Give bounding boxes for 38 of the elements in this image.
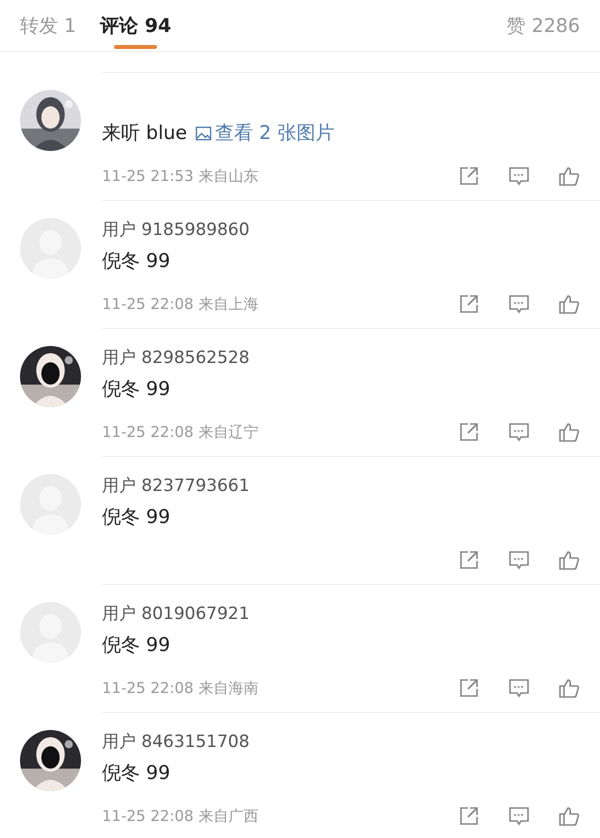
comment-text: 倪冬 99 (102, 761, 170, 786)
comment-time: 11-25 21:53 来自山东 (102, 166, 260, 186)
comment-time: 11-25 22:08 来自广西 (102, 806, 260, 826)
thumbs-up-icon[interactable] (558, 293, 580, 315)
share-icon[interactable] (458, 421, 480, 443)
comment-icon[interactable] (508, 293, 530, 315)
comment-icon[interactable] (508, 805, 530, 827)
thumbs-up-icon[interactable] (558, 805, 580, 827)
share-icon[interactable] (458, 549, 480, 571)
share-icon[interactable] (458, 805, 480, 827)
comment-text: 倪冬 99 (102, 377, 170, 402)
comment-text: 来听 blue (102, 121, 188, 146)
share-icon[interactable] (458, 677, 480, 699)
comment-time: 11-25 22:08 来自海南 (102, 678, 260, 698)
comment-icon[interactable] (508, 421, 530, 443)
comment-text: 倪冬 99 (102, 633, 170, 658)
thumbs-up-icon[interactable] (558, 549, 580, 571)
image-icon (195, 124, 212, 142)
comment-icon[interactable] (508, 165, 530, 187)
tab-underline (114, 44, 158, 48)
comment-time: 11-25 22:08 来自上海 (102, 294, 260, 314)
thumbs-up-icon[interactable] (558, 165, 580, 187)
user-name[interactable]: 用户 9185989860 (102, 216, 580, 244)
comment-text: 倪冬 99 (102, 505, 170, 530)
thumbs-up-icon[interactable] (558, 421, 580, 443)
user-name[interactable]: 用户 8298562528 (102, 344, 580, 372)
comment-text: 倪冬 99 (102, 249, 170, 274)
comment-time: 11-25 22:08 来自辽宁 (102, 422, 260, 442)
view-images-link[interactable]: 查看 2 张图片 (195, 116, 334, 150)
comment-icon[interactable] (508, 549, 530, 571)
user-name[interactable]: 用户 8237793661 (102, 472, 580, 500)
user-name[interactable]: 用户 8463151708 (102, 728, 580, 756)
thumbs-up-icon[interactable] (558, 677, 580, 699)
user-name[interactable]: 用户 8019067921 (102, 600, 580, 628)
tab[interactable]: 评论 94 (100, 0, 172, 52)
comment-icon[interactable] (508, 677, 530, 699)
share-icon[interactable] (458, 165, 480, 187)
share-icon[interactable] (458, 293, 480, 315)
